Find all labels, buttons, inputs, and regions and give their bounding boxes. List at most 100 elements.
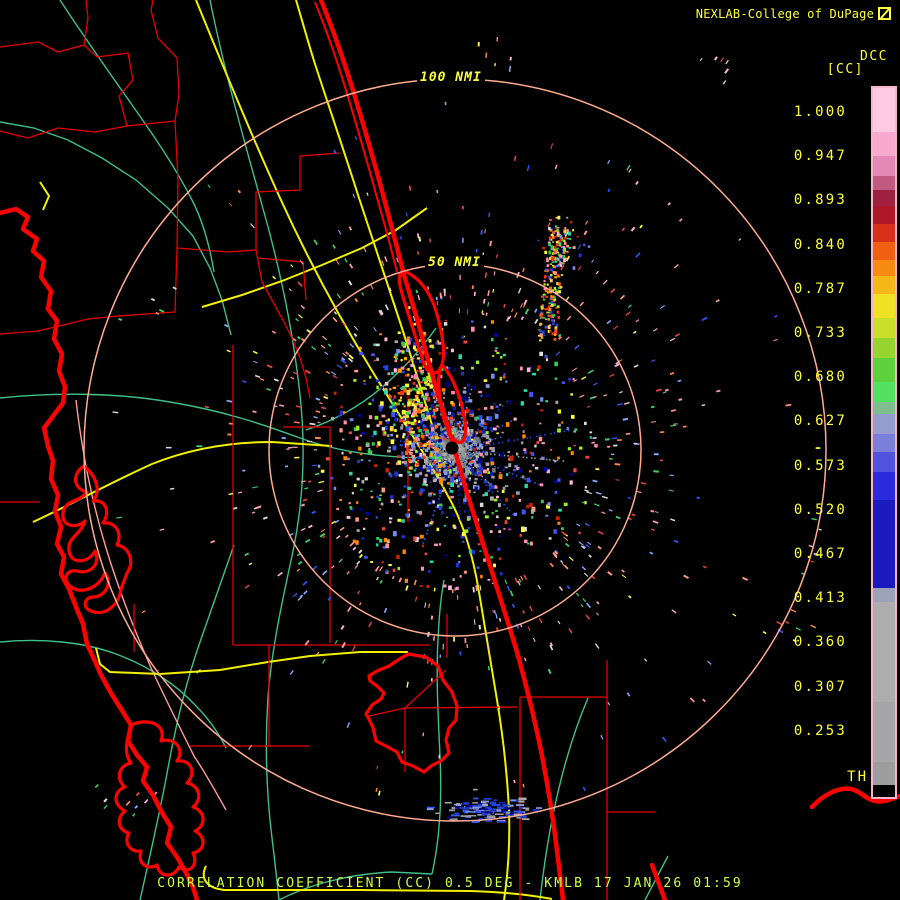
radar-echo — [356, 477, 360, 481]
radar-echo — [402, 403, 405, 406]
radar-echo — [426, 806, 435, 809]
radar-echo — [572, 266, 576, 270]
radar-echo — [504, 338, 507, 340]
radar-echo — [233, 506, 238, 510]
radar-echo — [403, 357, 408, 361]
radar-echo — [523, 299, 528, 306]
radar-echo — [389, 426, 394, 432]
radar-echo — [484, 229, 486, 234]
radar-echo — [393, 395, 397, 399]
radar-echo — [279, 404, 285, 407]
radar-echo — [553, 251, 556, 254]
radar-echo — [466, 408, 470, 413]
radar-echo — [341, 438, 345, 441]
radar-echo — [254, 374, 261, 378]
radar-echo — [498, 618, 502, 622]
radar-echo — [405, 585, 409, 591]
radar-echo — [674, 333, 680, 337]
radar-echo — [555, 227, 558, 230]
radar-echo — [504, 579, 508, 585]
radar-echo — [468, 399, 473, 403]
radar-echo — [273, 378, 279, 382]
radar-echo — [436, 500, 440, 504]
radar-echo — [501, 431, 504, 434]
radar-echo — [572, 378, 575, 381]
radar-echo — [380, 401, 384, 407]
radar-echo — [548, 250, 552, 255]
radar-echo — [323, 395, 329, 400]
radar-echo — [290, 264, 294, 268]
radar-echo — [443, 322, 448, 326]
radar-echo — [461, 336, 465, 339]
radar-echo — [309, 422, 316, 426]
radar-echo — [373, 430, 377, 436]
radar-echo — [561, 262, 564, 265]
radar-echo — [561, 421, 564, 424]
radar-echo — [548, 302, 552, 305]
radar-echo — [459, 575, 462, 578]
radar-echo — [490, 405, 494, 410]
radar-echo — [426, 416, 430, 420]
radar-echo — [402, 435, 405, 439]
radar-echo — [448, 506, 453, 510]
radar-echo — [539, 329, 542, 333]
radar-echo — [358, 549, 363, 554]
radar-echo — [502, 486, 506, 491]
radar-echo — [547, 502, 551, 507]
radar-echo — [595, 270, 599, 275]
radar-echo — [410, 452, 413, 455]
radar-echo — [422, 732, 425, 737]
radar-echo — [377, 483, 380, 485]
radar-echo — [401, 409, 406, 415]
radar-echo — [773, 338, 778, 342]
radar-echo — [297, 336, 301, 340]
radar-echo — [562, 251, 566, 254]
radar-echo — [454, 812, 459, 815]
radar-echo — [490, 461, 495, 466]
radar-echo — [341, 451, 344, 455]
radar-echo — [627, 304, 632, 309]
radar-echo — [450, 495, 454, 499]
radar-echo — [484, 475, 488, 479]
radar-echo — [555, 400, 559, 404]
radar-echo — [398, 399, 402, 402]
radar-echo — [467, 390, 469, 393]
radar-echo — [321, 658, 326, 664]
radar-echo — [498, 442, 500, 444]
radar-echo — [506, 585, 511, 592]
radar-echo — [301, 503, 305, 507]
radar-echo — [555, 235, 558, 238]
radar-echo — [472, 533, 474, 536]
radar-echo — [661, 736, 667, 742]
radar-echo — [571, 367, 578, 372]
radar-echo — [554, 260, 558, 263]
radar-echo — [103, 804, 108, 810]
radar-echo — [472, 433, 476, 438]
radar-echo — [401, 519, 405, 523]
radar-echo — [550, 233, 554, 236]
radar-echo — [415, 467, 418, 470]
radar-echo — [582, 786, 586, 792]
radar-echo — [587, 369, 594, 374]
radar-echo — [537, 239, 540, 242]
radar-echo — [391, 401, 395, 406]
radar-echo — [459, 513, 461, 515]
secondary-road-tampa — [75, 399, 227, 811]
radar-echo — [683, 574, 689, 579]
radar-echo — [400, 359, 403, 362]
radar-echo — [405, 348, 409, 352]
radar-echo — [143, 798, 149, 804]
radar-echo — [407, 368, 410, 371]
radar-echo — [468, 465, 471, 467]
radar-echo — [420, 420, 423, 424]
radar-echo — [584, 522, 590, 527]
radar-echo — [509, 455, 514, 461]
radar-echo — [488, 439, 490, 442]
radar-echo — [537, 584, 541, 590]
radar-echo — [441, 448, 443, 451]
radar-echo — [650, 359, 656, 363]
radar-echo — [495, 405, 499, 408]
radar-echo — [471, 443, 473, 447]
radar-echo — [443, 291, 446, 297]
radar-echo — [527, 542, 530, 545]
